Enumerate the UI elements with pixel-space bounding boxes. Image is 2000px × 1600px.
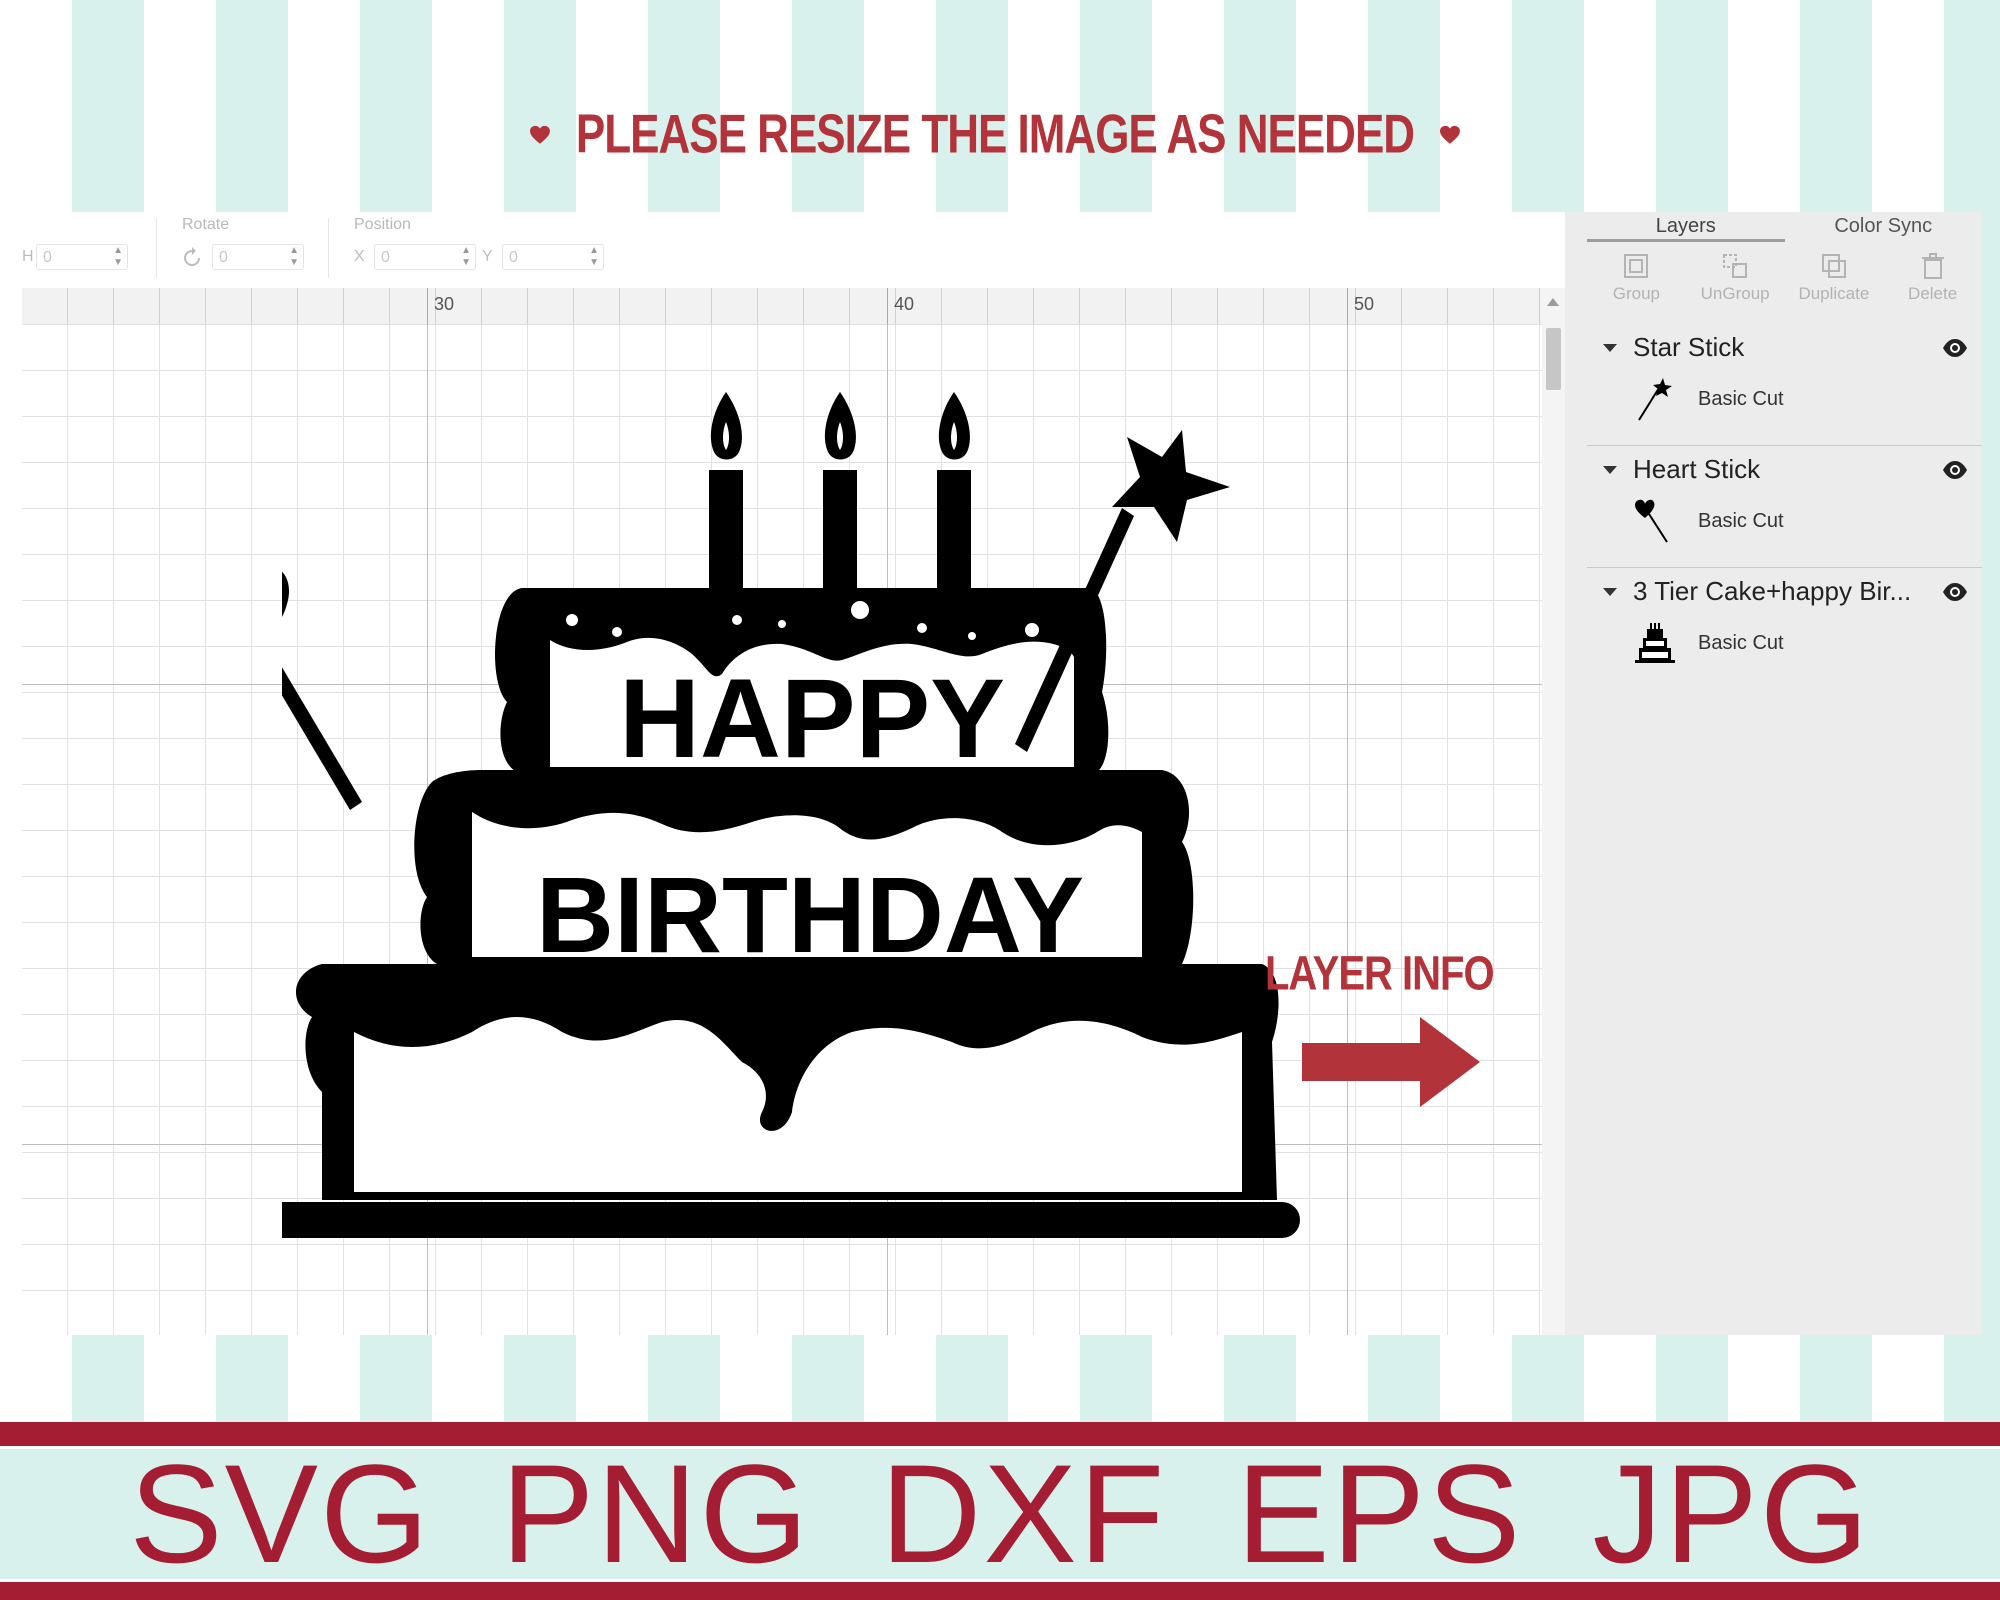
- layer-item[interactable]: Heart Stick Basic Cut: [1587, 446, 1982, 568]
- heart-icon: [530, 125, 550, 144]
- ruler-label: 50: [1354, 294, 1375, 314]
- format-png: PNG: [500, 1435, 811, 1592]
- duplicate-icon: [1821, 254, 1846, 278]
- arrow-right-icon: [1302, 1017, 1480, 1107]
- design-space-window: H 0 ▲ ▼ Rotate 0 ▲ ▼ Position X 0 ▲ ▼ Y 0 ▲…: [22, 212, 1982, 1335]
- heart-stick-icon: [1635, 499, 1668, 543]
- caret-down-icon[interactable]: [1603, 344, 1617, 352]
- scroll-up-arrow-icon[interactable]: [1547, 298, 1559, 306]
- bottom-tier: [295, 964, 1279, 1200]
- rotate-label: Rotate: [182, 216, 230, 233]
- position-y-label: Y: [482, 248, 493, 265]
- group-button[interactable]: Group: [1587, 246, 1686, 314]
- ungroup-label: UnGroup: [1700, 284, 1770, 303]
- ruler-label: 40: [894, 294, 915, 314]
- tab-color-sync[interactable]: Color Sync: [1785, 212, 1983, 242]
- layer-operation: Basic Cut: [1698, 632, 1784, 654]
- format-dxf: DXF: [880, 1435, 1167, 1592]
- candles: [709, 392, 971, 592]
- layer-item[interactable]: 3 Tier Cake+happy Bir... Basic Cut: [1587, 568, 1982, 689]
- delete-label: Delete: [1908, 284, 1958, 303]
- spinner-icon[interactable]: ▲ ▼: [461, 245, 471, 269]
- size-h-label: H: [22, 248, 34, 265]
- heart-stick: [282, 571, 362, 810]
- spinner-icon[interactable]: ▲ ▼: [113, 245, 123, 269]
- eye-icon[interactable]: [1942, 582, 1968, 602]
- toolbar-divider: [328, 218, 329, 278]
- layer-info-callout: LAYER INFO: [1265, 942, 1495, 1122]
- caret-down-icon[interactable]: [1603, 466, 1617, 474]
- tab-layers[interactable]: Layers: [1587, 212, 1785, 242]
- file-format-list: SVG PNG DXF EPS JPG: [0, 1435, 2000, 1592]
- format-eps: EPS: [1236, 1435, 1523, 1592]
- caret-down-icon[interactable]: [1603, 588, 1617, 596]
- eye-icon[interactable]: [1942, 460, 1968, 480]
- ruler-label: 30: [434, 294, 455, 314]
- cake-icon: [1635, 623, 1675, 663]
- spinner-icon[interactable]: ▲ ▼: [589, 245, 599, 269]
- layer-name: Heart Stick: [1633, 454, 1761, 484]
- toolbar-divider: [156, 218, 157, 278]
- size-h-input[interactable]: 0 ▲ ▼: [36, 244, 128, 270]
- position-label: Position: [354, 216, 411, 233]
- layer-name: 3 Tier Cake+happy Bir...: [1633, 576, 1912, 606]
- file-formats-band: SVG PNG DXF EPS JPG: [0, 1422, 2000, 1600]
- duplicate-button[interactable]: Duplicate: [1785, 246, 1884, 314]
- cake-base-plate: [282, 1202, 1300, 1238]
- layer-name: Star Stick: [1633, 332, 1745, 362]
- cake-topper-artwork[interactable]: HAPPY BIRTHDAY: [282, 392, 1402, 1392]
- rotate-icon: [184, 247, 200, 266]
- layer-operation: Basic Cut: [1698, 510, 1784, 532]
- position-y-value: 0: [509, 249, 518, 266]
- layers-panel: Layers Color Sync Group UnGroup Duplicat…: [1565, 212, 1982, 1335]
- artwork-line-birthday: BIRTHDAY: [536, 854, 1084, 975]
- ungroup-button[interactable]: UnGroup: [1686, 246, 1785, 314]
- ruler-major-tick: [427, 288, 428, 324]
- layer-item[interactable]: Star Stick Basic Cut: [1587, 324, 1982, 446]
- spinner-icon[interactable]: ▲ ▼: [289, 245, 299, 269]
- layer-actions: Group UnGroup Duplicate Delete: [1587, 246, 1982, 314]
- rotate-input[interactable]: 0 ▲ ▼: [212, 244, 304, 270]
- format-svg: SVG: [129, 1435, 431, 1592]
- star-wand-icon: [1638, 378, 1672, 421]
- group-icon: [1624, 254, 1649, 278]
- layer-info-label: LAYER INFO: [1265, 947, 1495, 1001]
- duplicate-label: Duplicate: [1798, 284, 1870, 303]
- ruler-major-tick: [887, 288, 888, 324]
- trash-icon: [1921, 253, 1944, 279]
- resize-message: PLEASE RESIZE THE IMAGE AS NEEDED: [575, 103, 1415, 165]
- canvas-scrollbar[interactable]: [1542, 288, 1565, 1335]
- ruler-major-tick: [1347, 288, 1348, 324]
- file-formats-strip: SVG PNG DXF EPS JPG: [0, 1435, 2000, 1592]
- position-x-label: X: [354, 248, 365, 265]
- size-h-value: 0: [43, 249, 52, 266]
- group-label: Group: [1612, 284, 1660, 303]
- top-banner: PLEASE RESIZE THE IMAGE AS NEEDED: [530, 95, 1460, 175]
- scroll-thumb[interactable]: [1546, 328, 1561, 390]
- edit-toolbar: H 0 ▲ ▼ Rotate 0 ▲ ▼ Position X 0 ▲ ▼ Y 0 ▲…: [22, 212, 1565, 288]
- delete-button[interactable]: Delete: [1883, 246, 1982, 314]
- artwork-line-happy: HAPPY: [619, 656, 1005, 781]
- ungroup-icon: [1723, 254, 1748, 278]
- heart-icon: [1440, 125, 1460, 144]
- horizontal-ruler: 30 40 50: [22, 288, 1542, 325]
- layer-list: Star Stick Basic Cut Heart Stick Basic C…: [1587, 324, 1982, 689]
- rotate-value: 0: [219, 249, 228, 266]
- position-x-input[interactable]: 0 ▲ ▼: [374, 244, 476, 270]
- eye-icon[interactable]: [1942, 338, 1968, 358]
- layer-operation: Basic Cut: [1698, 388, 1784, 410]
- position-y-input[interactable]: 0 ▲ ▼: [502, 244, 604, 270]
- position-x-value: 0: [381, 249, 390, 266]
- format-jpg: JPG: [1592, 1435, 1871, 1592]
- panel-tabs: Layers Color Sync: [1587, 212, 1982, 242]
